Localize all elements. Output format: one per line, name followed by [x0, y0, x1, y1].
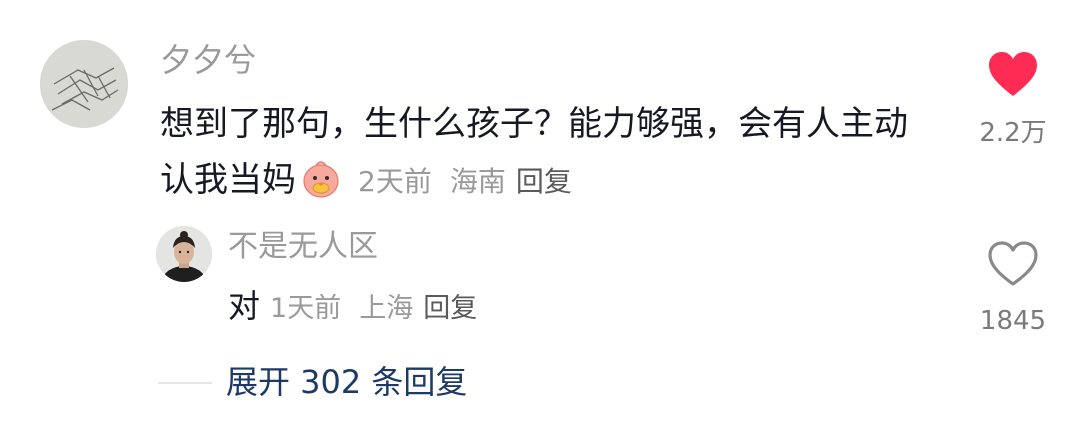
reply-location: 上海 — [359, 293, 414, 324]
reply-text: 对 — [228, 287, 261, 325]
reply-button[interactable]: 回复 — [516, 165, 572, 198]
reply-like-count: 1845 — [979, 306, 1047, 336]
like-count: 2.2万 — [979, 118, 1047, 148]
heart-filled-icon[interactable] — [987, 50, 1039, 98]
comment-body: 想到了那句，生什么孩子？能力够强，会有人主动认我当妈 2天前 海南 回复 — [160, 96, 920, 210]
comment-thread: 夕夕兮 想到了那句，生什么孩子？能力够强，会有人主动认我当妈 2天前 海南 回复 2… — [0, 0, 1078, 445]
avatar[interactable] — [40, 40, 128, 128]
reply-avatar[interactable] — [156, 226, 212, 282]
heart-outline-icon[interactable] — [987, 240, 1039, 288]
reply-body: 对 1天前 上海 回复 — [228, 282, 477, 333]
comment-location: 海南 — [449, 165, 506, 198]
reply-reply-button[interactable]: 回复 — [423, 293, 477, 324]
comment-time: 2天前 — [358, 165, 432, 198]
expand-divider — [158, 382, 212, 384]
reply-meta: 1天前 上海 回复 — [270, 293, 477, 324]
peach-chick-emoji-icon — [300, 157, 342, 199]
comment-username[interactable]: 夕夕兮 — [160, 38, 256, 82]
like-control: 2.2万 — [978, 50, 1048, 149]
reply-time: 1天前 — [270, 293, 342, 324]
reply-username[interactable]: 不是无人区 — [228, 226, 378, 268]
reply-like-control: 1845 — [978, 240, 1048, 336]
comment-meta: 2天前 海南 回复 — [358, 165, 572, 198]
expand-replies-button[interactable]: 展开 302 条回复 — [226, 358, 467, 406]
